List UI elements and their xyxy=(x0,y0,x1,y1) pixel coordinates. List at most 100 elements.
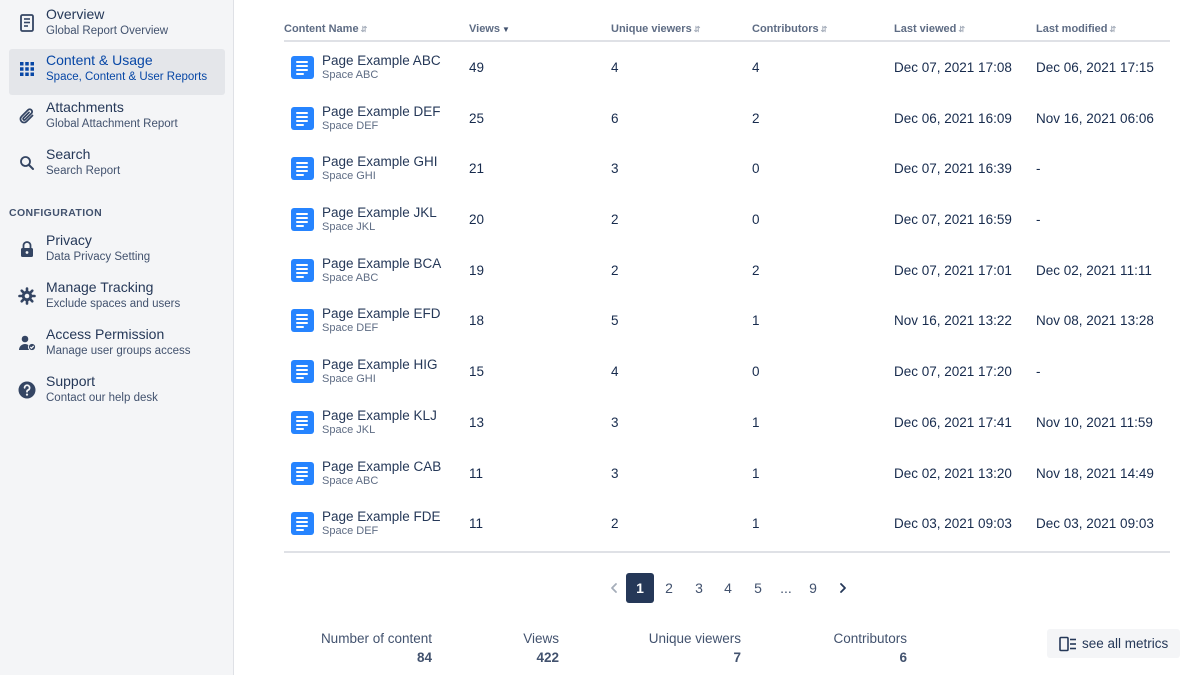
page-link[interactable]: Page Example CAB Space ABC xyxy=(322,458,441,488)
page-link[interactable]: Page Example HIG Space GHI xyxy=(322,356,438,386)
sidebar-item-search[interactable]: Search Search Report xyxy=(9,143,225,189)
column-header-views[interactable]: Views ▼ xyxy=(469,23,510,35)
document-icon xyxy=(16,12,38,34)
page-button-9[interactable]: 9 xyxy=(799,573,827,603)
page-document-icon xyxy=(291,512,314,536)
cell-contributors: 0 xyxy=(752,364,760,380)
cell-contributors: 1 xyxy=(752,465,760,481)
page-button-5[interactable]: 5 xyxy=(744,573,772,603)
sidebar-item-access-permission[interactable]: Access Permission Manage user groups acc… xyxy=(9,323,225,369)
column-header-content-name[interactable]: Content Name ⇵ xyxy=(284,23,367,35)
column-header-last-modified[interactable]: Last modified ⇵ xyxy=(1036,23,1116,35)
page-document-icon xyxy=(291,461,314,485)
metric-label: Unique viewers xyxy=(648,631,741,646)
lock-icon xyxy=(16,238,38,260)
cell-last-viewed: Dec 02, 2021 13:20 xyxy=(894,465,1012,481)
page-name: Page Example CAB xyxy=(322,458,442,474)
cell-views: 11 xyxy=(469,516,484,532)
user-check-icon xyxy=(16,332,38,354)
sidebar-item-sublabel: Manage user groups access xyxy=(46,345,191,357)
table-row: Page Example EFD Space DEF 18 5 1 Nov 16, 202… xyxy=(284,295,1170,346)
sidebar-item-support[interactable]: Support Contact our help desk xyxy=(9,370,225,416)
page-document-icon xyxy=(291,360,314,384)
page-name: Page Example BCA xyxy=(322,255,442,271)
sort-icon: ⇵ xyxy=(958,25,966,34)
page-name: Page Example HIG xyxy=(322,357,438,373)
cell-last-viewed: Dec 07, 2021 17:20 xyxy=(894,364,1012,380)
sidebar-item-attachments[interactable]: Attachments Global Attachment Report xyxy=(9,96,225,142)
cell-views: 15 xyxy=(469,364,485,380)
page-document-icon xyxy=(291,410,314,434)
metric-views: Views 422 xyxy=(523,630,559,666)
cell-last-modified: Dec 02, 2021 11:11 xyxy=(1036,262,1152,278)
see-all-metrics-button[interactable]: see all metrics xyxy=(1047,629,1180,658)
column-header-unique-viewers[interactable]: Unique viewers ⇵ xyxy=(611,23,700,35)
cell-contributors: 2 xyxy=(752,110,760,126)
cell-contributors: 0 xyxy=(752,212,760,228)
cell-last-viewed: Dec 06, 2021 17:41 xyxy=(894,414,1012,430)
page-button-1[interactable]: 1 xyxy=(626,573,654,603)
sidebar-item-overview[interactable]: Overview Global Report Overview xyxy=(9,3,225,49)
cell-last-modified: - xyxy=(1036,364,1041,380)
page-name: Page Example GHI xyxy=(322,154,438,170)
cell-unique-viewers: 3 xyxy=(611,161,619,177)
sidebar-item-label: Manage Tracking xyxy=(46,279,154,295)
sidebar-item-content-usage[interactable]: Content & Usage Space, Content & User Re… xyxy=(9,49,225,95)
sidebar-item-sublabel: Data Privacy Setting xyxy=(46,251,151,263)
sidebar-item-sublabel: Exclude spaces and users xyxy=(46,298,181,310)
metric-value: 6 xyxy=(899,650,907,665)
page-ellipsis: ... xyxy=(780,580,792,596)
page-link[interactable]: Page Example KLJ Space JKL xyxy=(322,407,437,437)
page-link[interactable]: Page Example ABC Space ABC xyxy=(322,52,441,82)
page-link[interactable]: Page Example JKL Space JKL xyxy=(322,204,437,234)
table-row: Page Example HIG Space GHI 15 4 0 Dec 07, 202… xyxy=(284,346,1170,397)
cell-views: 49 xyxy=(469,60,485,75)
cell-last-modified: - xyxy=(1036,161,1041,177)
cell-unique-viewers: 2 xyxy=(611,516,619,532)
page-button-2[interactable]: 2 xyxy=(655,573,683,603)
sidebar-item-sublabel: Global Report Overview xyxy=(46,25,169,37)
cell-last-modified: Dec 03, 2021 09:03 xyxy=(1036,516,1154,532)
page-link[interactable]: Page Example FDE Space DEF xyxy=(322,508,441,538)
cell-unique-viewers: 3 xyxy=(611,414,619,430)
table-row: Page Example ABC Space ABC 49 4 4 Dec 07, 202… xyxy=(284,42,1170,93)
sidebar-item-label: Overview xyxy=(46,6,105,22)
page-space-name: Space DEF xyxy=(322,322,379,335)
cell-unique-viewers: 4 xyxy=(611,60,619,75)
column-header-label: Content Name xyxy=(284,23,359,35)
see-all-metrics-label: see all metrics xyxy=(1082,636,1169,651)
page-link[interactable]: Page Example GHI Space GHI xyxy=(322,153,438,183)
cell-contributors: 4 xyxy=(752,60,760,75)
page-space-name: Space ABC xyxy=(322,271,379,284)
sidebar-item-privacy[interactable]: Privacy Data Privacy Setting xyxy=(9,229,225,275)
cell-contributors: 0 xyxy=(752,161,760,177)
cell-unique-viewers: 2 xyxy=(611,212,619,228)
page-space-name: Space DEF xyxy=(322,119,379,132)
metric-value: 422 xyxy=(536,650,559,665)
column-header-contributors[interactable]: Contributors ⇵ xyxy=(752,23,827,35)
page-link[interactable]: Page Example DEF Space DEF xyxy=(322,103,441,133)
help-icon xyxy=(16,379,38,401)
page-name: Page Example FDE xyxy=(322,509,441,525)
cell-last-modified: Nov 08, 2021 13:28 xyxy=(1036,313,1154,329)
column-header-last-viewed[interactable]: Last viewed ⇵ xyxy=(894,23,965,35)
panel-list-icon xyxy=(1059,636,1076,652)
page-button-4[interactable]: 4 xyxy=(714,573,742,603)
page-button-3[interactable]: 3 xyxy=(685,573,713,603)
cell-views: 18 xyxy=(469,313,485,329)
previous-page-button[interactable] xyxy=(600,573,628,603)
metric-contributors: Contributors 6 xyxy=(833,630,907,666)
sidebar-item-manage-tracking[interactable]: Manage Tracking Exclude spaces and users xyxy=(9,276,225,322)
metric-value: 7 xyxy=(733,650,741,665)
page-link[interactable]: Page Example EFD Space DEF xyxy=(322,305,441,335)
sort-icon: ⇵ xyxy=(1109,25,1117,34)
cell-contributors: 1 xyxy=(752,516,760,532)
cell-last-viewed: Dec 03, 2021 09:03 xyxy=(894,516,1012,532)
cell-views: 20 xyxy=(469,212,485,228)
cell-unique-viewers: 2 xyxy=(611,262,619,278)
column-header-label: Unique viewers xyxy=(611,23,692,35)
page-link[interactable]: Page Example BCA Space ABC xyxy=(322,255,441,285)
cell-last-modified: Dec 06, 2021 17:15 xyxy=(1036,60,1154,75)
next-page-button[interactable] xyxy=(829,573,857,603)
table-body: Page Example ABC Space ABC 49 4 4 Dec 07, 202… xyxy=(284,42,1170,549)
